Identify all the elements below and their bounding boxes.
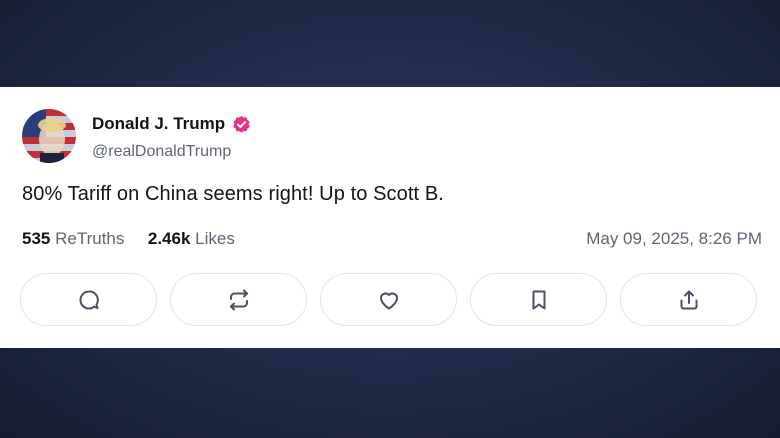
author-handle[interactable]: @realDonaldTrump <box>92 143 231 161</box>
retruths-label[interactable]: ReTruths <box>55 229 124 248</box>
retruths-count[interactable]: 535 <box>22 229 50 248</box>
like-button[interactable] <box>320 273 457 326</box>
post-card: Donald J. Trump @realDonaldTrump 80% Tar… <box>0 87 780 348</box>
reply-button[interactable] <box>20 273 157 326</box>
post-stats: 535 ReTruths 2.46k Likes <box>22 229 235 249</box>
verified-badge-icon <box>233 115 250 133</box>
heart-icon <box>379 292 398 309</box>
bookmark-icon <box>532 290 545 309</box>
post-timestamp: May 09, 2025, 8:26 PM <box>586 229 762 248</box>
share-icon <box>680 290 697 309</box>
author-name[interactable]: Donald J. Trump <box>92 114 225 134</box>
action-bar <box>20 273 757 326</box>
repost-icon <box>229 289 248 310</box>
author-name-row: Donald J. Trump <box>92 114 251 134</box>
retruth-button[interactable] <box>170 273 307 326</box>
comment-icon <box>78 289 99 309</box>
likes-count[interactable]: 2.46k <box>148 229 191 248</box>
bookmark-button[interactable] <box>470 273 607 326</box>
likes-label[interactable]: Likes <box>195 229 235 248</box>
share-button[interactable] <box>620 273 757 326</box>
avatar[interactable] <box>22 109 76 163</box>
post-text: 80% Tariff on China seems right! Up to S… <box>22 183 444 205</box>
